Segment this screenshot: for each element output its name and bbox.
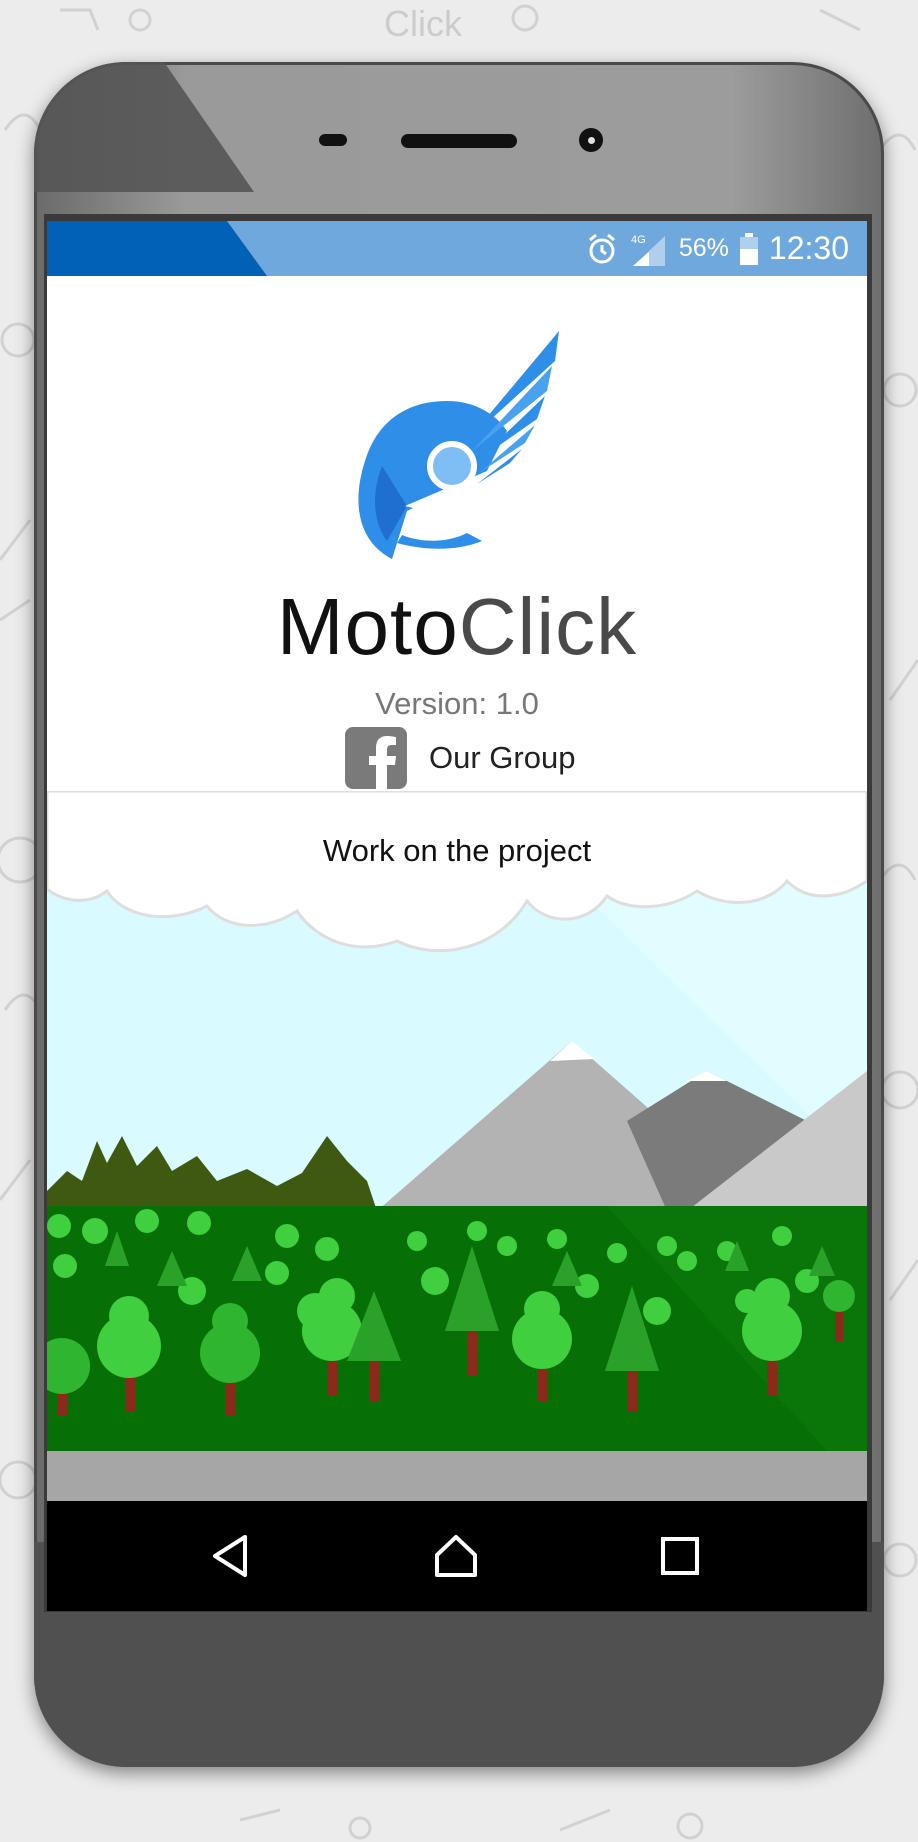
version-line: Version: 1.0: [47, 686, 867, 722]
app-title-click: Click: [458, 582, 638, 671]
facebook-icon[interactable]: [345, 727, 407, 789]
front-camera-icon: [579, 128, 603, 152]
battery-icon: [739, 232, 758, 265]
app-title-moto: Moto: [276, 582, 459, 671]
proximity-sensor: [319, 134, 347, 146]
our-group-label[interactable]: Our Group: [429, 740, 575, 776]
home-button-icon[interactable]: [431, 1531, 481, 1581]
status-icons: 4G 56% 12:30: [585, 221, 849, 276]
app-title: MotoClick: [47, 581, 867, 673]
version-label: Version:: [375, 686, 488, 721]
status-time: 12:30: [768, 230, 849, 266]
motoclick-logo-icon: [358, 331, 559, 559]
back-button-icon[interactable]: [205, 1531, 255, 1581]
earpiece-speaker: [401, 134, 517, 148]
navigation-bar: [47, 1501, 867, 1611]
svg-text:Click: Click: [384, 3, 463, 44]
alarm-icon: [588, 233, 615, 263]
app-screen: 4G 56% 12:30 MotoClick Version: 1.0 Our …: [47, 221, 867, 1611]
version-value: 1.0: [495, 686, 539, 721]
network-type-label: 4G: [631, 234, 646, 246]
landscape-illustration: [47, 791, 867, 1501]
work-on-project-text: Work on the project: [322, 833, 592, 868]
recents-button-icon[interactable]: [655, 1531, 705, 1581]
signal-icon: 4G: [631, 234, 665, 266]
facebook-group-link[interactable]: Our Group: [345, 727, 575, 789]
status-bar: 4G 56% 12:30: [47, 221, 867, 276]
status-bar-accent: [47, 221, 267, 276]
battery-percent: 56%: [678, 234, 729, 262]
